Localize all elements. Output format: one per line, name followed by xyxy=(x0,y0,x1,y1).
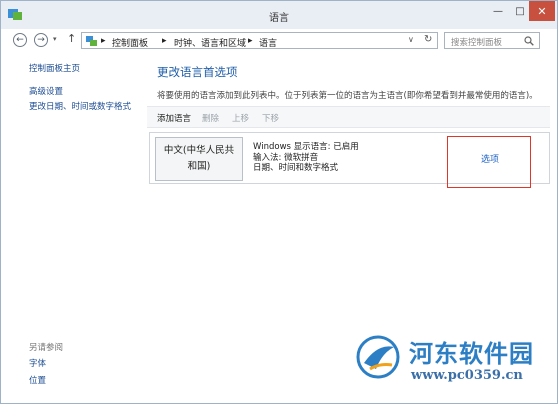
title-bar: 语言 — □ ✕ xyxy=(1,1,557,29)
left-navigation-pane: 控制面板主页 高级设置 更改日期、时间或数字格式 另请参阅 字体 位置 xyxy=(1,51,151,403)
search-placeholder: 搜索控制面板 xyxy=(451,38,503,48)
recent-locations-dropdown-icon[interactable]: ▾ xyxy=(53,35,57,43)
breadcrumb-clock-language-region[interactable]: 时钟、语言和区域 xyxy=(174,36,246,49)
highlight-annotation-frame xyxy=(447,136,531,188)
back-arrow-icon[interactable]: ← xyxy=(13,33,27,47)
breadcrumb-separator-icon: ▸ xyxy=(162,36,167,46)
maximize-button[interactable]: □ xyxy=(509,1,531,21)
change-date-time-format-link[interactable]: 更改日期、时间或数字格式 xyxy=(29,100,131,112)
page-title: 更改语言首选项 xyxy=(157,65,238,79)
see-also-heading: 另请参阅 xyxy=(29,343,64,353)
window-title: 语言 xyxy=(269,13,289,24)
fonts-link[interactable]: 字体 xyxy=(29,357,46,369)
breadcrumb-control-panel[interactable]: 控制面板 xyxy=(112,36,148,49)
move-up-button[interactable]: 上移 xyxy=(232,112,249,124)
watermark-site-name: 河东软件园 xyxy=(409,339,534,368)
advanced-settings-link[interactable]: 高级设置 xyxy=(29,85,63,97)
navigation-bar: ← → ▾ ↑ ▸ 控制面板 ▸ 时钟、语言和区域 ▸ 语言 ∨ ↻ 搜索控制面… xyxy=(1,29,557,51)
breadcrumb-separator-icon: ▸ xyxy=(101,36,106,46)
control-panel-icon xyxy=(86,36,97,46)
location-link[interactable]: 位置 xyxy=(29,374,46,386)
watermark-logo-icon xyxy=(356,335,400,379)
date-time-format-label: 日期、时间和数字格式 xyxy=(253,163,339,173)
minimize-button[interactable]: — xyxy=(487,1,509,21)
refresh-icon[interactable]: ↻ xyxy=(424,34,432,45)
input-method: 输入法: 微软拼音 xyxy=(253,152,319,163)
display-language-status: Windows 显示语言: 已启用 xyxy=(253,142,359,152)
search-input[interactable]: 搜索控制面板 xyxy=(444,32,540,49)
search-icon[interactable] xyxy=(524,36,534,46)
control-panel-window: 语言 — □ ✕ ← → ▾ ↑ ▸ 控制面板 ▸ 时钟、语言和区域 ▸ 语言 … xyxy=(0,0,558,404)
address-dropdown-icon[interactable]: ∨ xyxy=(408,35,414,44)
breadcrumb-language[interactable]: 语言 xyxy=(259,36,277,49)
close-button[interactable]: ✕ xyxy=(529,1,555,21)
breadcrumb-separator-icon: ▸ xyxy=(248,36,253,46)
control-panel-home-link[interactable]: 控制面板主页 xyxy=(29,62,80,74)
watermark-url: www.pc0359.cn xyxy=(411,368,523,383)
add-language-button[interactable]: 添加语言 xyxy=(157,112,191,124)
page-description: 将要使用的语言添加到此列表中。位于列表第一位的语言为主语言(即你希望看到并最常使… xyxy=(157,91,538,101)
language-name-tile[interactable]: 中文(中华人民共和国) xyxy=(155,137,243,181)
remove-button[interactable]: 删除 xyxy=(202,112,219,124)
address-bar[interactable]: ▸ 控制面板 ▸ 时钟、语言和区域 ▸ 语言 ∨ ↻ xyxy=(81,32,438,49)
move-down-button[interactable]: 下移 xyxy=(262,112,279,124)
language-toolbar: 添加语言 删除 上移 下移 xyxy=(147,106,550,128)
forward-arrow-icon[interactable]: → xyxy=(34,33,48,47)
language-details: Windows 显示语言: 已启用 输入法: 微软拼音 日期、时间和数字格式 xyxy=(253,142,359,174)
up-arrow-icon[interactable]: ↑ xyxy=(67,32,76,45)
